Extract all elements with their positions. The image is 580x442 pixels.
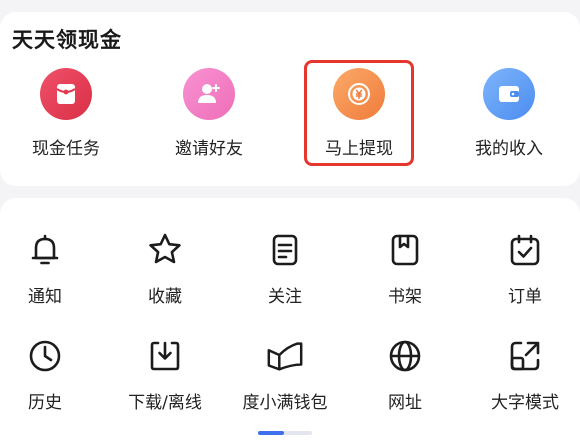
tool-label: 历史 <box>28 393 62 413</box>
tool-bookshelf[interactable]: 书架 <box>350 230 460 307</box>
tool-label: 订单 <box>508 287 542 307</box>
my-income-button[interactable]: 我的收入 <box>449 68 569 159</box>
invite-friends-label: 邀请好友 <box>175 139 243 159</box>
wallet-logo-icon <box>265 336 305 376</box>
cash-task-label: 现金任务 <box>32 139 100 159</box>
highlight-box <box>304 60 414 166</box>
cash-task-button[interactable]: 现金任务 <box>6 68 126 159</box>
tool-label: 书架 <box>388 287 422 307</box>
tool-orders[interactable]: 订单 <box>470 230 580 307</box>
bell-icon <box>25 230 65 270</box>
tool-label: 收藏 <box>148 287 182 307</box>
tool-label: 大字模式 <box>491 393 559 413</box>
tool-urls[interactable]: 网址 <box>350 336 460 413</box>
tool-duxiaoman-wallet[interactable]: 度小满钱包 <box>230 336 340 413</box>
red-envelope-icon <box>40 68 92 120</box>
tool-history[interactable]: 历史 <box>0 336 100 413</box>
page-indicator-active <box>258 431 284 435</box>
tool-label: 下载/离线 <box>128 393 202 413</box>
invite-friends-button[interactable]: 邀请好友 <box>149 68 269 159</box>
tool-large-text-mode[interactable]: 大字模式 <box>470 336 580 413</box>
tool-label: 关注 <box>268 287 302 307</box>
resize-icon <box>505 336 545 376</box>
clock-icon <box>25 336 65 376</box>
download-icon <box>145 336 185 376</box>
tool-notifications[interactable]: 通知 <box>0 230 100 307</box>
tool-favorites[interactable]: 收藏 <box>110 230 220 307</box>
document-icon <box>265 230 305 270</box>
my-income-label: 我的收入 <box>475 139 543 159</box>
wallet-icon <box>483 68 535 120</box>
add-user-icon <box>183 68 235 120</box>
star-icon <box>145 230 185 270</box>
globe-icon <box>385 336 425 376</box>
section-title: 天天领现金 <box>12 28 122 52</box>
tool-label: 网址 <box>388 393 422 413</box>
calendar-check-icon <box>505 230 545 270</box>
tool-following[interactable]: 关注 <box>230 230 340 307</box>
tool-download-offline[interactable]: 下载/离线 <box>110 336 220 413</box>
tool-label: 通知 <box>28 287 62 307</box>
tool-label: 度小满钱包 <box>242 393 328 413</box>
bookmark-book-icon <box>385 230 425 270</box>
